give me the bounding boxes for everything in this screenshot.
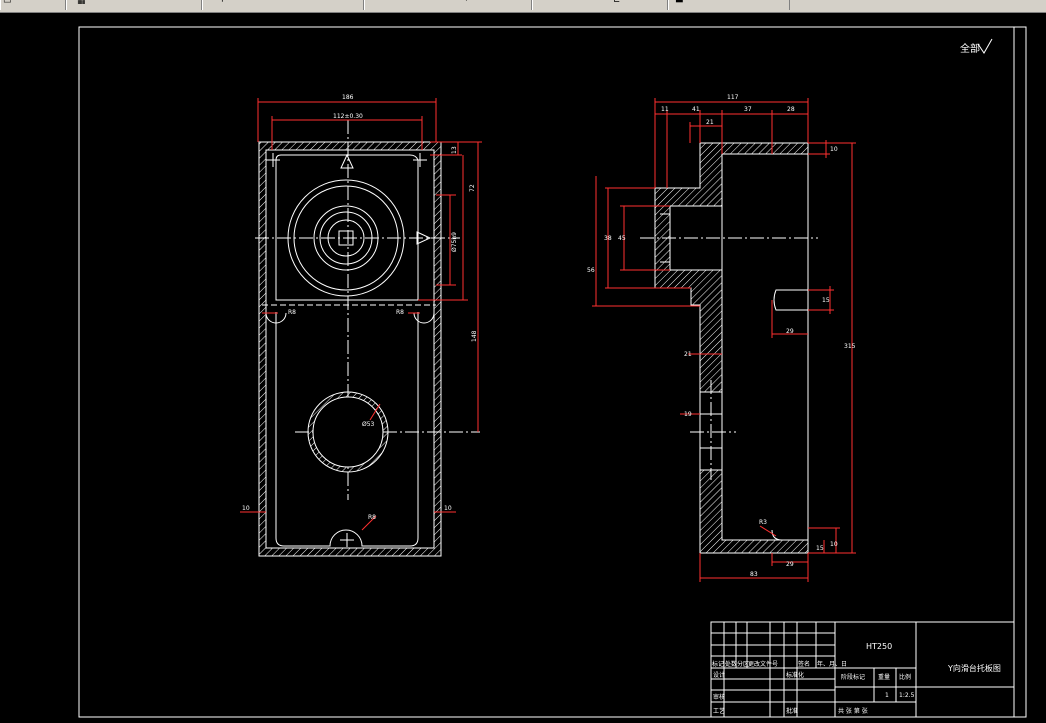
dim-label: 15 bbox=[822, 297, 830, 304]
tb-row-label: 签名 bbox=[798, 660, 810, 668]
inner-frame bbox=[78, 26, 1027, 718]
tb-approve: 批准 bbox=[786, 707, 798, 715]
tb-row-label: 更改文件号 bbox=[748, 660, 778, 668]
dim-label: Ø75h9 bbox=[451, 232, 458, 252]
toolbar-icon: ▭ bbox=[3, 0, 12, 6]
dim-label: 38 bbox=[604, 235, 612, 242]
dim-label: 15 bbox=[816, 545, 824, 552]
dim-label: 28 bbox=[787, 106, 795, 113]
dim-label: 186 bbox=[342, 94, 354, 101]
toolbar-item[interactable]: ∟ bbox=[532, 0, 668, 10]
left-inner-face bbox=[265, 149, 435, 549]
tb-scale-val: 1:2.5 bbox=[899, 692, 915, 699]
slot bbox=[773, 289, 808, 311]
dim-label: 21 bbox=[684, 351, 692, 358]
right-view bbox=[640, 142, 818, 554]
dim-label: R8 bbox=[396, 309, 404, 316]
toolbar-icon: · bbox=[465, 0, 468, 6]
drawing-name: Y向滑台托板图 bbox=[947, 663, 1001, 673]
dim-label: 315 bbox=[844, 343, 856, 350]
tb-row-label: 处数 bbox=[725, 660, 737, 668]
dim-label: 29 bbox=[786, 561, 794, 568]
dim-label: 83 bbox=[750, 571, 758, 578]
toolbar-item[interactable]: · bbox=[364, 0, 532, 10]
toolbar-icon: ⌐ bbox=[221, 0, 229, 6]
dim-label: R8 bbox=[368, 514, 376, 521]
toolbar-icon: ∟ bbox=[613, 0, 621, 6]
tb-role: 设计 bbox=[713, 671, 725, 679]
surface-note: 全部 bbox=[960, 42, 980, 55]
drawing-canvas[interactable]: 全部 186 112±0.30 13 72 Ø75h9 148 R8 R8 Ø5… bbox=[0, 13, 1046, 723]
tb-role: 审核 bbox=[713, 693, 725, 701]
toolbar-icon: ▬ bbox=[675, 0, 684, 6]
surface-symbol-icon bbox=[977, 38, 993, 54]
toolbar-item[interactable]: ▦ bbox=[66, 0, 202, 10]
hole-inner bbox=[312, 396, 384, 468]
right-dimensions bbox=[592, 98, 856, 582]
tb-weight: 重量 bbox=[878, 673, 890, 681]
dim-label: 10 bbox=[830, 541, 838, 548]
dim-label: Ø53 bbox=[362, 421, 375, 428]
dim-label: 72 bbox=[469, 184, 476, 192]
toolbar-item[interactable]: ▭ bbox=[0, 0, 66, 10]
box-outline bbox=[722, 153, 809, 541]
tb-role: 工艺 bbox=[713, 707, 725, 715]
dim-label: R8 bbox=[288, 309, 296, 316]
dim-label: 21 bbox=[706, 119, 714, 126]
tb-row-label: 标记 bbox=[712, 660, 724, 668]
dim-label: 19 bbox=[684, 411, 692, 418]
dim-label: 37 bbox=[744, 106, 752, 113]
tb-qty: 1 bbox=[885, 692, 889, 699]
dim-label: 117 bbox=[727, 94, 739, 101]
dim-label: 13 bbox=[451, 146, 458, 154]
dim-label: 112±0.30 bbox=[333, 113, 363, 120]
dim-label: 10 bbox=[830, 146, 838, 153]
dim-label: R3 bbox=[759, 519, 767, 526]
tb-std: 标准化 bbox=[786, 671, 804, 679]
dim-label: 41 bbox=[692, 106, 700, 113]
dim-label: 10 bbox=[242, 505, 250, 512]
dim-label: 29 bbox=[786, 328, 794, 335]
dim-label: 148 bbox=[471, 330, 478, 342]
dim-label: 10 bbox=[444, 505, 452, 512]
section-body-lower bbox=[699, 469, 809, 554]
dim-label: 11 bbox=[661, 106, 669, 113]
dim-label: 45 bbox=[618, 235, 626, 242]
dim-label: 56 bbox=[587, 267, 595, 274]
outer-frame bbox=[78, 26, 1027, 718]
left-view bbox=[255, 120, 480, 557]
toolbar-icon: ▦ bbox=[77, 0, 86, 6]
tb-sheet: 共 张 第 张 bbox=[838, 707, 868, 715]
toolbar-item[interactable]: ⌐ bbox=[202, 0, 364, 10]
toolbar: ▭ ▦ ⌐ · ∟ ▬ bbox=[0, 0, 1046, 13]
toolbar-item[interactable]: ▬ bbox=[668, 0, 790, 10]
material-label: HT250 bbox=[866, 642, 892, 651]
tb-scale: 比例 bbox=[899, 673, 911, 681]
tb-row-label: 年、月、日 bbox=[817, 660, 847, 668]
tb-stage: 阶段标记 bbox=[841, 673, 865, 681]
